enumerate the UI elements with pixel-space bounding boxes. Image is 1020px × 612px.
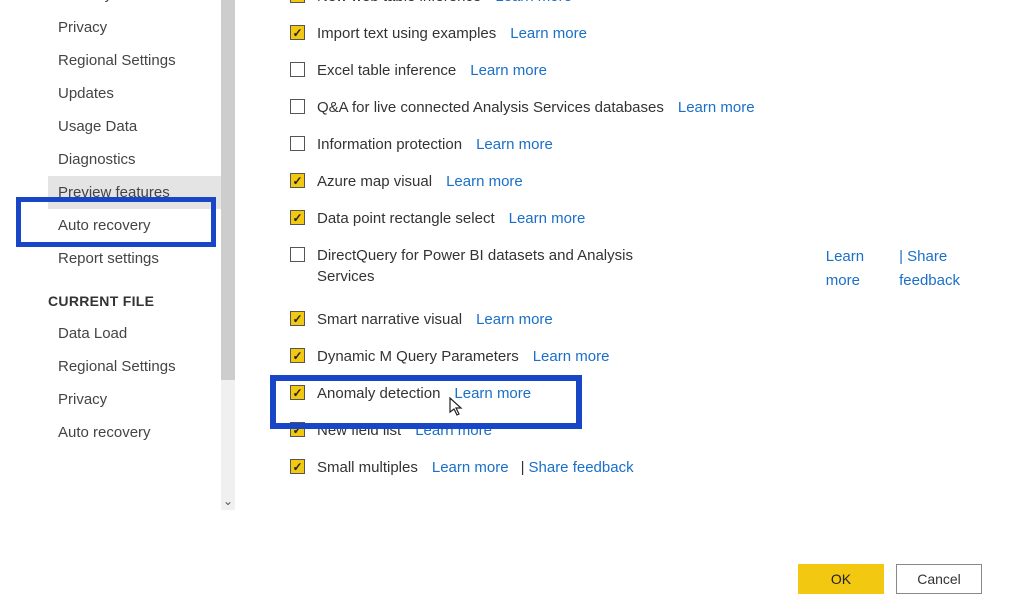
sidebar-item-regional-settings[interactable]: Regional Settings bbox=[48, 44, 235, 77]
sidebar-file-item-regional-settings[interactable]: Regional Settings bbox=[48, 350, 235, 383]
sidebar-file-item-data-load[interactable]: Data Load bbox=[48, 317, 235, 350]
sidebar-item-privacy[interactable]: Privacy bbox=[48, 11, 235, 44]
learn-more-link[interactable]: Learn more bbox=[678, 97, 755, 118]
feature-row: DirectQuery for Power BI datasets and An… bbox=[290, 237, 1020, 301]
feature-checkbox[interactable] bbox=[290, 25, 305, 40]
chevron-down-icon[interactable]: ⌄ bbox=[223, 494, 233, 504]
feature-label: New web table inference bbox=[317, 0, 481, 7]
feature-checkbox[interactable] bbox=[290, 136, 305, 151]
ok-button[interactable]: OK bbox=[798, 564, 884, 594]
feature-row: Anomaly detection Learn more bbox=[290, 375, 1020, 412]
feature-row: Azure map visual Learn more bbox=[290, 163, 1020, 200]
feature-checkbox[interactable] bbox=[290, 210, 305, 225]
feature-row: New web table inference Learn more bbox=[290, 0, 1020, 15]
learn-more-link[interactable]: Learn more bbox=[470, 60, 547, 81]
sidebar-item-security[interactable]: Security bbox=[48, 0, 235, 11]
feature-row: Excel table inference Learn more bbox=[290, 52, 1020, 89]
feature-label: Import text using examples bbox=[317, 23, 496, 44]
feature-checkbox[interactable] bbox=[290, 99, 305, 114]
sidebar-scrollbar-thumb[interactable] bbox=[221, 0, 235, 380]
feature-row: Smart narrative visual Learn more bbox=[290, 301, 1020, 338]
share-feedback-link[interactable]: | Sharefeedback bbox=[899, 245, 960, 293]
feature-label: New field list bbox=[317, 420, 401, 441]
main-panel: New web table inferenceLearn moreImport … bbox=[235, 0, 1020, 612]
feature-checkbox[interactable] bbox=[290, 385, 305, 400]
sidebar-item-preview-features[interactable]: Preview features bbox=[48, 176, 235, 209]
cancel-button[interactable]: Cancel bbox=[896, 564, 982, 594]
learn-more-link[interactable]: Learn more bbox=[509, 208, 586, 229]
feature-row: Small multiples Learn more |Share feedback bbox=[290, 449, 1020, 486]
feature-label: Anomaly detection bbox=[317, 383, 440, 404]
feature-checkbox[interactable] bbox=[290, 311, 305, 326]
sidebar-file-item-privacy[interactable]: Privacy bbox=[48, 383, 235, 416]
sidebar-item-auto-recovery[interactable]: Auto recovery bbox=[48, 209, 235, 242]
feature-row: Information protection Learn more bbox=[290, 126, 1020, 163]
learn-more-link[interactable]: Learn more bbox=[495, 0, 572, 7]
feature-row: Data point rectangle select Learn more bbox=[290, 200, 1020, 237]
learn-more-link[interactable]: Learn more bbox=[432, 457, 509, 478]
feature-label: Information protection bbox=[317, 134, 462, 155]
separator: | bbox=[521, 457, 525, 478]
feature-label: Small multiples bbox=[317, 457, 418, 478]
feature-label: Dynamic M Query Parameters bbox=[317, 346, 519, 367]
learn-more-link[interactable]: Share feedback bbox=[529, 457, 634, 478]
sidebar-item-report-settings[interactable]: Report settings bbox=[48, 242, 235, 275]
learn-more-link[interactable]: Learn more bbox=[454, 383, 531, 404]
feature-row: Import text using examples Learn more bbox=[290, 15, 1020, 52]
feature-label: Excel table inference bbox=[317, 60, 456, 81]
feature-checkbox[interactable] bbox=[290, 422, 305, 437]
feature-checkbox[interactable] bbox=[290, 459, 305, 474]
feature-label: Smart narrative visual bbox=[317, 309, 462, 330]
learn-more-link[interactable]: Learn more bbox=[415, 420, 492, 441]
feature-row: Q&A for live connected Analysis Services… bbox=[290, 89, 1020, 126]
learn-more-link[interactable]: Learn more bbox=[446, 171, 523, 192]
learn-more-link[interactable]: Learn more bbox=[476, 134, 553, 155]
learn-more-link[interactable]: Learn more bbox=[476, 309, 553, 330]
learn-more-link[interactable]: Learnmore bbox=[826, 245, 864, 293]
learn-more-link[interactable]: Learn more bbox=[533, 346, 610, 367]
feature-label: Azure map visual bbox=[317, 171, 432, 192]
sidebar-scrollbar[interactable]: ⌄ bbox=[221, 0, 235, 510]
feature-label: Q&A for live connected Analysis Services… bbox=[317, 97, 664, 118]
feature-row: New field list Learn more bbox=[290, 412, 1020, 449]
learn-more-link[interactable]: Learn more bbox=[510, 23, 587, 44]
feature-label: DirectQuery for Power BI datasets and An… bbox=[317, 245, 687, 287]
sidebar-section-header: CURRENT FILE bbox=[48, 275, 235, 317]
feature-label: Data point rectangle select bbox=[317, 208, 495, 229]
sidebar: Security Privacy Regional Settings Updat… bbox=[0, 0, 235, 612]
sidebar-item-updates[interactable]: Updates bbox=[48, 77, 235, 110]
dialog-buttons: OK Cancel bbox=[798, 564, 982, 594]
feature-checkbox[interactable] bbox=[290, 173, 305, 188]
sidebar-item-diagnostics[interactable]: Diagnostics bbox=[48, 143, 235, 176]
feature-checkbox[interactable] bbox=[290, 247, 305, 262]
sidebar-item-usage-data[interactable]: Usage Data bbox=[48, 110, 235, 143]
feature-right-links: Learnmore | Sharefeedback bbox=[826, 245, 1020, 293]
sidebar-file-item-auto-recovery[interactable]: Auto recovery bbox=[48, 416, 235, 449]
feature-checkbox[interactable] bbox=[290, 62, 305, 77]
feature-row: Dynamic M Query Parameters Learn more bbox=[290, 338, 1020, 375]
feature-checkbox[interactable] bbox=[290, 348, 305, 363]
feature-checkbox[interactable] bbox=[290, 0, 305, 3]
